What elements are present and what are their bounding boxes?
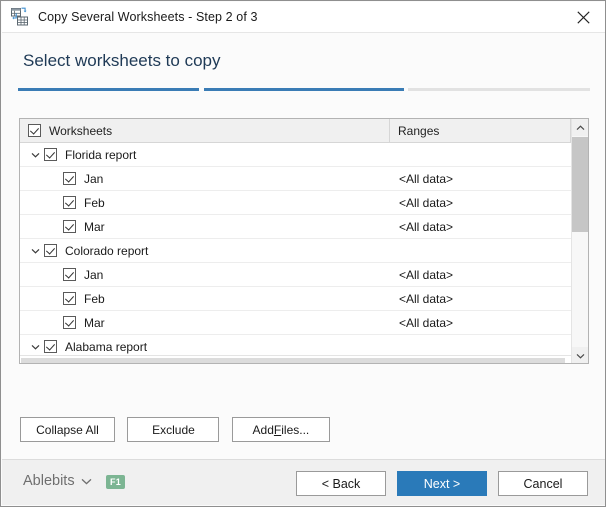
- expand-collapse-toggle[interactable]: [26, 146, 44, 164]
- scroll-down-button[interactable]: [572, 347, 588, 363]
- row-checkbox[interactable]: [63, 220, 76, 233]
- row-label: Florida report: [65, 147, 137, 162]
- step-progress: [18, 88, 590, 91]
- row-name-cell: Jan: [20, 263, 390, 286]
- row-checkbox[interactable]: [63, 172, 76, 185]
- ablebits-menu[interactable]: Ablebits: [23, 473, 92, 489]
- row-range-cell[interactable]: <All data>: [390, 268, 571, 282]
- copy-worksheets-dialog: Copy Several Worksheets - Step 2 of 3 Se…: [0, 0, 606, 507]
- row-range-cell[interactable]: <All data>: [390, 196, 571, 210]
- footer-bar: Ablebits < Back Next > Cancel: [2, 459, 605, 505]
- row-label: Feb: [84, 195, 105, 210]
- tree-group-row[interactable]: Colorado report: [20, 239, 571, 263]
- ablebits-label: Ablebits: [23, 473, 75, 489]
- help-key-badge[interactable]: F1: [106, 475, 125, 489]
- row-checkbox[interactable]: [44, 244, 57, 257]
- row-name-cell: Jan: [20, 167, 390, 190]
- chevron-down-icon: [31, 248, 39, 254]
- vertical-scrollbar[interactable]: [571, 119, 588, 363]
- row-name-cell: Mar: [20, 215, 390, 238]
- close-button[interactable]: [560, 2, 605, 32]
- column-header-ranges-label: Ranges: [398, 123, 440, 138]
- tree-child-row[interactable]: Jan <All data>: [20, 263, 571, 287]
- row-label: Colorado report: [65, 243, 149, 258]
- row-label: Mar: [84, 219, 105, 234]
- step-segment-1: [18, 88, 199, 91]
- row-label: Mar: [84, 315, 105, 330]
- list-header-row: Worksheets Ranges: [20, 119, 588, 143]
- add-files-label-post: iles...: [281, 422, 310, 437]
- column-header-worksheets-label: Worksheets: [49, 123, 113, 138]
- row-range-cell[interactable]: <All data>: [390, 292, 571, 306]
- copy-worksheets-icon: [11, 7, 28, 26]
- page-title: Select worksheets to copy: [23, 51, 221, 70]
- header-area: Select worksheets to copy: [2, 33, 605, 95]
- tree-child-row[interactable]: Mar <All data>: [20, 215, 571, 239]
- chevron-down-icon: [576, 353, 584, 359]
- list-rows-viewport: Florida report Jan <All data> Feb <All data>…: [20, 143, 588, 363]
- scroll-up-button[interactable]: [572, 119, 588, 136]
- row-checkbox[interactable]: [63, 268, 76, 281]
- back-button[interactable]: < Back: [296, 471, 386, 496]
- tree-child-row[interactable]: Feb <All data>: [20, 287, 571, 311]
- horizontal-scrollbar[interactable]: [20, 355, 571, 363]
- row-range-cell[interactable]: <All data>: [390, 316, 571, 330]
- title-bar: Copy Several Worksheets - Step 2 of 3: [2, 2, 605, 32]
- step-segment-3: [408, 88, 590, 91]
- cancel-button[interactable]: Cancel: [498, 471, 588, 496]
- expand-collapse-toggle[interactable]: [26, 242, 44, 260]
- add-files-label-pre: Add: [252, 422, 274, 437]
- row-checkbox[interactable]: [63, 196, 76, 209]
- tree-group-row[interactable]: Florida report: [20, 143, 571, 167]
- add-files-accel: F: [273, 422, 282, 437]
- worksheets-list[interactable]: Worksheets Ranges Florida report Jan <All …: [19, 118, 589, 364]
- row-name-cell: Feb: [20, 191, 390, 214]
- row-checkbox[interactable]: [44, 148, 57, 161]
- chevron-down-icon: [31, 152, 39, 158]
- select-all-checkbox[interactable]: [28, 124, 41, 137]
- row-name-cell: Florida report: [20, 143, 390, 166]
- close-icon: [576, 10, 590, 24]
- row-label: Jan: [84, 267, 104, 282]
- row-name-cell: Colorado report: [20, 239, 390, 262]
- step-segment-2: [204, 88, 404, 91]
- list-rows: Florida report Jan <All data> Feb <All data>…: [20, 143, 571, 359]
- chevron-down-icon: [81, 478, 92, 485]
- column-header-ranges[interactable]: Ranges: [390, 119, 571, 142]
- row-range-cell[interactable]: <All data>: [390, 172, 571, 186]
- tree-child-row[interactable]: Jan <All data>: [20, 167, 571, 191]
- wizard-navigation-buttons: < Back Next > Cancel: [285, 471, 588, 496]
- tree-child-row[interactable]: Feb <All data>: [20, 191, 571, 215]
- next-button[interactable]: Next >: [397, 471, 487, 496]
- row-checkbox[interactable]: [63, 292, 76, 305]
- chevron-down-icon: [31, 344, 39, 350]
- vertical-scrollbar-thumb[interactable]: [572, 137, 588, 232]
- row-name-cell: Feb: [20, 287, 390, 310]
- row-name-cell: Mar: [20, 311, 390, 334]
- row-label: Feb: [84, 291, 105, 306]
- exclude-button[interactable]: Exclude: [127, 417, 220, 442]
- row-range-cell[interactable]: <All data>: [390, 220, 571, 234]
- row-label: Jan: [84, 171, 104, 186]
- row-checkbox[interactable]: [44, 340, 57, 353]
- expand-collapse-toggle[interactable]: [26, 338, 44, 356]
- row-label: Alabama report: [65, 339, 148, 354]
- window-title: Copy Several Worksheets - Step 2 of 3: [38, 10, 258, 24]
- tree-child-row[interactable]: Mar <All data>: [20, 311, 571, 335]
- chevron-up-icon: [576, 124, 584, 130]
- collapse-all-button[interactable]: Collapse All: [20, 417, 115, 442]
- list-action-buttons: Collapse All Exclude Add Files...: [20, 417, 330, 442]
- horizontal-scrollbar-thumb[interactable]: [21, 358, 565, 363]
- column-header-worksheets[interactable]: Worksheets: [20, 119, 390, 142]
- row-checkbox[interactable]: [63, 316, 76, 329]
- add-files-button[interactable]: Add Files...: [231, 417, 330, 442]
